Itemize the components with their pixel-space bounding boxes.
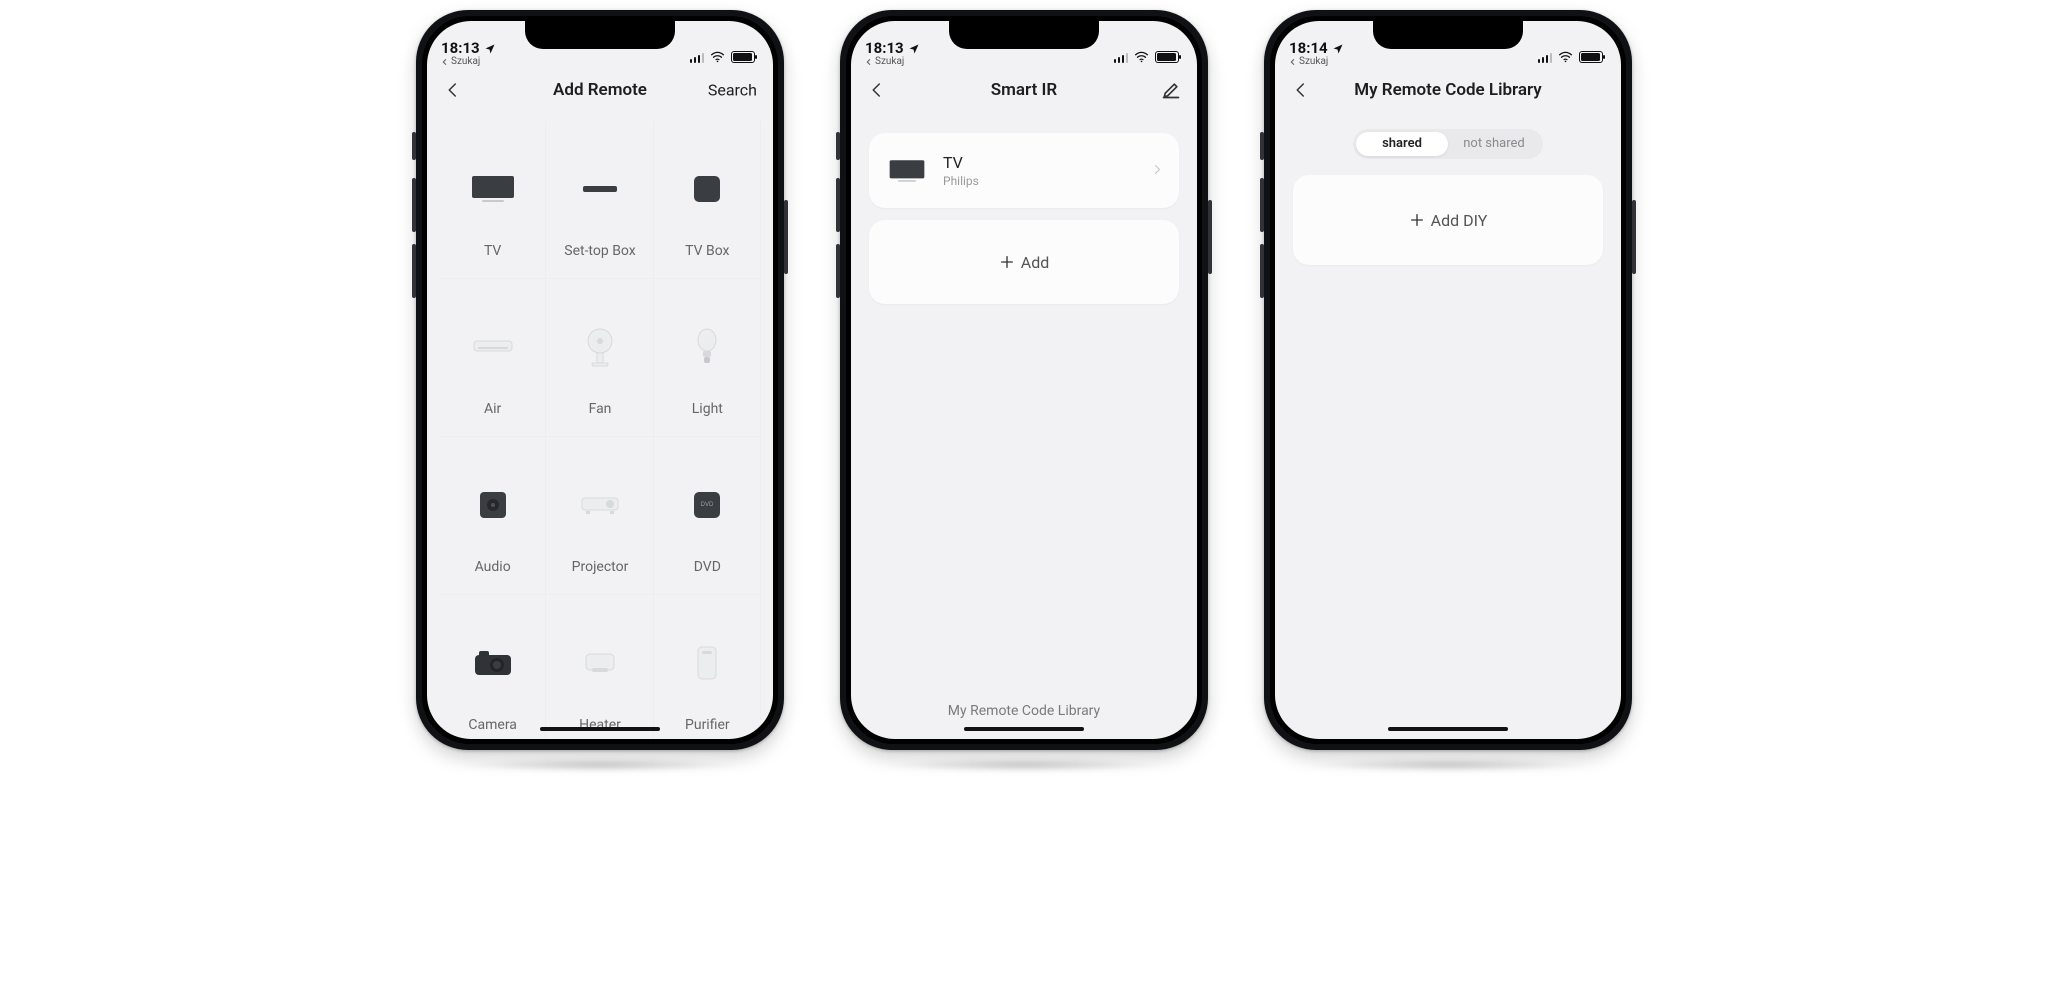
device-light[interactable]: Light <box>654 279 761 437</box>
caret-left-icon <box>1289 58 1297 66</box>
location-icon <box>1332 43 1344 55</box>
remote-brand: Philips <box>943 174 979 188</box>
search-button[interactable]: Search <box>708 81 757 100</box>
edit-button[interactable] <box>1161 80 1181 100</box>
battery-icon <box>731 51 755 63</box>
phone-3: 18:14 Szukaj My Remote Code Library <box>1264 10 1632 750</box>
notch <box>525 21 675 49</box>
device-fan[interactable]: Fan <box>546 279 653 437</box>
device-purifier[interactable]: Purifier <box>654 595 761 739</box>
home-indicator[interactable] <box>1388 727 1508 731</box>
back-to-app[interactable]: Szukaj <box>1289 57 1344 67</box>
nav-bar: Smart IR <box>851 67 1197 113</box>
phone-1: 18:13 Szukaj Add Remote Search <box>416 10 784 750</box>
status-time: 18:14 <box>1289 41 1328 56</box>
segmented-control: shared not shared <box>1353 129 1543 159</box>
back-to-app[interactable]: Szukaj <box>441 57 496 67</box>
nav-bar: My Remote Code Library <box>1275 67 1621 113</box>
chevron-left-icon <box>444 81 462 99</box>
projector-icon <box>572 483 628 527</box>
device-grid: TV Set-top Box TV Box <box>439 121 761 739</box>
nav-bar: Add Remote Search <box>427 67 773 113</box>
camera-icon <box>465 641 521 685</box>
wifi-icon <box>710 51 725 63</box>
page-title: Smart IR <box>991 80 1057 100</box>
device-tvbox[interactable]: TV Box <box>654 121 761 279</box>
wifi-icon <box>1134 51 1149 63</box>
cellular-signal-icon <box>1114 52 1129 63</box>
device-camera[interactable]: Camera <box>439 595 546 739</box>
fan-icon <box>572 325 628 369</box>
device-dvd[interactable]: DVD DVD <box>654 437 761 595</box>
code-library-link[interactable]: My Remote Code Library <box>851 703 1197 719</box>
notch <box>1373 21 1523 49</box>
dvd-icon: DVD <box>679 483 735 527</box>
chevron-right-icon <box>1151 161 1163 180</box>
back-button[interactable] <box>865 78 889 102</box>
remote-tv-row[interactable]: TV Philips <box>869 133 1179 208</box>
device-projector[interactable]: Projector <box>546 437 653 595</box>
device-air[interactable]: Air <box>439 279 546 437</box>
plus-icon <box>1409 212 1425 228</box>
back-to-app[interactable]: Szukaj <box>865 57 920 67</box>
edit-icon <box>1161 80 1181 100</box>
settop-box-icon <box>572 167 628 211</box>
notch <box>949 21 1099 49</box>
device-audio[interactable]: Audio <box>439 437 546 595</box>
home-indicator[interactable] <box>964 727 1084 731</box>
plus-icon <box>999 254 1015 270</box>
segment-shared[interactable]: shared <box>1356 132 1448 156</box>
device-heater[interactable]: Heater <box>546 595 653 739</box>
chevron-left-icon <box>1292 81 1310 99</box>
wifi-icon <box>1558 51 1573 63</box>
remote-name: TV <box>943 153 979 172</box>
device-tv[interactable]: TV <box>439 121 546 279</box>
location-icon <box>484 43 496 55</box>
cellular-signal-icon <box>1538 52 1553 63</box>
page-title: Add Remote <box>553 80 647 100</box>
svg-text:DVD: DVD <box>701 502 714 508</box>
air-icon <box>465 325 521 369</box>
back-button[interactable] <box>441 78 465 102</box>
purifier-icon <box>679 641 735 685</box>
segment-not-shared[interactable]: not shared <box>1448 132 1540 156</box>
device-settop[interactable]: Set-top Box <box>546 121 653 279</box>
tvbox-icon <box>679 167 735 211</box>
page-title: My Remote Code Library <box>1354 80 1541 100</box>
chevron-left-icon <box>868 81 886 99</box>
caret-left-icon <box>441 58 449 66</box>
back-button[interactable] <box>1289 78 1313 102</box>
phone-2: 18:13 Szukaj Smart IR <box>840 10 1208 750</box>
tv-icon <box>887 157 927 185</box>
location-icon <box>908 43 920 55</box>
tv-icon <box>465 167 521 211</box>
heater-icon <box>572 641 628 685</box>
add-remote-button[interactable]: Add <box>869 220 1179 304</box>
home-indicator[interactable] <box>540 727 660 731</box>
caret-left-icon <box>865 58 873 66</box>
cellular-signal-icon <box>690 52 705 63</box>
battery-icon <box>1155 51 1179 63</box>
status-time: 18:13 <box>441 41 480 56</box>
battery-icon <box>1579 51 1603 63</box>
status-time: 18:13 <box>865 41 904 56</box>
add-diy-button[interactable]: Add DIY <box>1293 175 1603 265</box>
light-icon <box>679 325 735 369</box>
audio-icon <box>465 483 521 527</box>
